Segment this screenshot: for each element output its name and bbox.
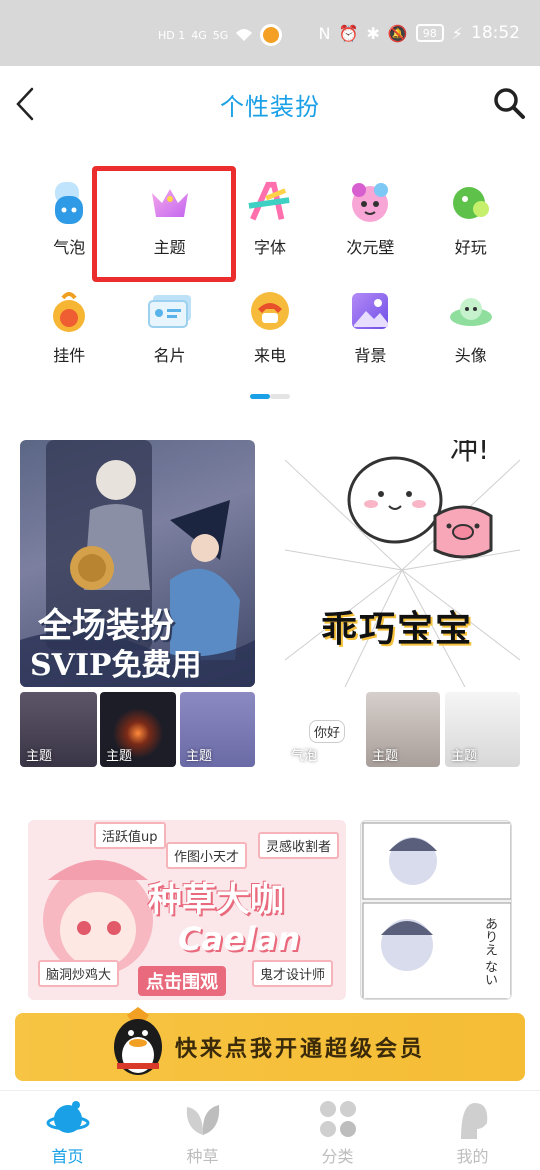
page-indicator <box>250 394 290 399</box>
promo-banner-svip[interactable]: 全场装扮 SVIP免费用 <box>20 440 255 687</box>
theme-thumb[interactable]: 主题 <box>445 692 520 767</box>
manga-caption: ありえ ない <box>482 917 497 987</box>
thumb-tag: 主题 <box>106 749 133 764</box>
font-icon <box>247 180 293 226</box>
bluetooth-icon: ✱ <box>366 23 380 43</box>
search-icon[interactable] <box>492 86 526 120</box>
header: 个性装扮 <box>0 66 540 142</box>
page-title: 个性装扮 <box>220 92 320 121</box>
tab-label: 我的 <box>456 1147 489 1166</box>
category-background[interactable]: 背景 <box>320 280 420 388</box>
category-avatar[interactable]: 头像 <box>421 280 521 388</box>
network-5g: 5G <box>212 28 229 42</box>
category-label: 头像 <box>454 346 487 365</box>
bubble-thumb[interactable]: 你好 气泡 <box>285 692 362 767</box>
fun-icon <box>448 180 494 226</box>
mute-icon: 🔕 <box>387 23 408 43</box>
nfc-icon: N <box>318 23 331 43</box>
creator-tag: 活跃值up <box>94 822 166 849</box>
creator-name: Caelan <box>178 920 301 958</box>
card-icon <box>147 288 193 334</box>
category-label: 次元壁 <box>346 238 395 257</box>
category-label: 好玩 <box>454 238 487 257</box>
phone-icon <box>247 288 293 334</box>
creator-cta[interactable]: 点击围观 <box>138 966 226 996</box>
category-label: 字体 <box>253 238 286 257</box>
wifi-icon <box>236 29 253 41</box>
promo-line2: SVIP免费用 <box>30 648 202 683</box>
category-anime[interactable]: 次元壁 <box>320 172 420 280</box>
category-fun[interactable]: 好玩 <box>421 172 521 280</box>
thumb-tag: 主题 <box>372 749 399 764</box>
theme-thumb[interactable]: 主题 <box>366 692 440 767</box>
vip-upgrade-button[interactable]: 快来点我开通超级会员 <box>15 1007 525 1081</box>
back-arrow-icon[interactable] <box>12 86 42 122</box>
category-grid: 气泡 主题 字体 次元壁 好玩 挂件 名片 来电 背景 头像 <box>19 172 521 388</box>
bottom-tab-bar: 首页 种草 分类 我的 <box>0 1090 540 1170</box>
tab-label: 首页 <box>51 1147 84 1166</box>
tab-home[interactable]: 首页 <box>0 1091 135 1170</box>
thumb-tag: 气泡 <box>291 749 318 764</box>
tab-category[interactable]: 分类 <box>270 1091 405 1170</box>
network-4g: 4G <box>191 28 207 42</box>
manga-banner[interactable]: ありえ ない <box>360 820 512 1000</box>
vip-bar-text: 快来点我开通超级会员 <box>174 1037 425 1062</box>
thumb-tag: 主题 <box>451 749 478 764</box>
category-label: 来电 <box>253 346 286 365</box>
tab-label: 分类 <box>321 1147 354 1166</box>
category-label: 背景 <box>354 346 387 365</box>
tab-profile[interactable]: 我的 <box>405 1091 540 1170</box>
theme-thumb[interactable]: 主题 <box>20 692 97 767</box>
home-planet-icon <box>46 1099 90 1139</box>
alarm-icon: ⏰ <box>338 23 359 43</box>
hd1-indicator: HD 1 <box>158 28 186 42</box>
creator-tag: 作图小天才 <box>166 842 248 869</box>
category-call[interactable]: 来电 <box>220 280 320 388</box>
category-font[interactable]: 字体 <box>220 172 320 280</box>
theme-thumb[interactable]: 主题 <box>180 692 255 767</box>
creator-tag: 脑洞炒鸡大 <box>38 960 120 987</box>
background-icon <box>347 288 393 334</box>
penguin-icon <box>114 1007 162 1075</box>
status-bar: HD 1 4G 5G N ⏰ ✱ 🔕 98 ⚡ 18:52 <box>0 0 540 66</box>
bubble-icon <box>46 180 92 226</box>
category-label: 挂件 <box>53 346 86 365</box>
thumb-tag: 主题 <box>186 749 213 764</box>
profile-icon <box>451 1099 495 1139</box>
signal-indicators: HD 1 4G 5G <box>158 24 283 46</box>
category-pendant[interactable]: 挂件 <box>19 280 119 388</box>
category-label: 气泡 <box>53 238 86 257</box>
category-label: 名片 <box>153 346 186 365</box>
creator-banner[interactable]: 活跃值up 作图小天才 灵感收割者 脑洞炒鸡大 鬼才设计师 种草大咖 Caela… <box>28 820 346 1000</box>
avatar-icon <box>448 288 494 334</box>
page-dot-active <box>250 394 270 399</box>
battery-icon: 98 <box>415 24 444 42</box>
crown-icon <box>147 180 193 226</box>
bubble-preview: 你好 <box>309 720 346 743</box>
tab-label: 种草 <box>186 1147 219 1166</box>
creator-tag: 灵感收割者 <box>258 832 340 859</box>
thumb-tag: 主题 <box>26 749 53 764</box>
anime-icon <box>347 180 393 226</box>
charging-icon: ⚡ <box>451 23 463 43</box>
promo-banner-cute[interactable]: 冲! 乖巧宝宝 <box>285 440 520 687</box>
shout-text: 冲! <box>450 440 490 466</box>
clock: 18:52 <box>471 23 520 43</box>
category-theme[interactable]: 主题 <box>119 172 219 280</box>
category-bubble[interactable]: 气泡 <box>19 172 119 280</box>
category-label: 主题 <box>153 238 186 257</box>
category-namecard[interactable]: 名片 <box>119 280 219 388</box>
page-dot <box>270 394 290 399</box>
theme-thumb[interactable]: 主题 <box>100 692 176 767</box>
category-icon <box>316 1099 360 1139</box>
cute-title: 乖巧宝宝 <box>321 609 474 650</box>
creator-title: 种草大咖 <box>148 880 284 920</box>
app-notification-icon <box>260 24 283 46</box>
tab-discover[interactable]: 种草 <box>135 1091 270 1170</box>
pendant-icon <box>46 288 92 334</box>
leaf-icon <box>181 1099 225 1139</box>
creator-tag: 鬼才设计师 <box>252 960 334 987</box>
